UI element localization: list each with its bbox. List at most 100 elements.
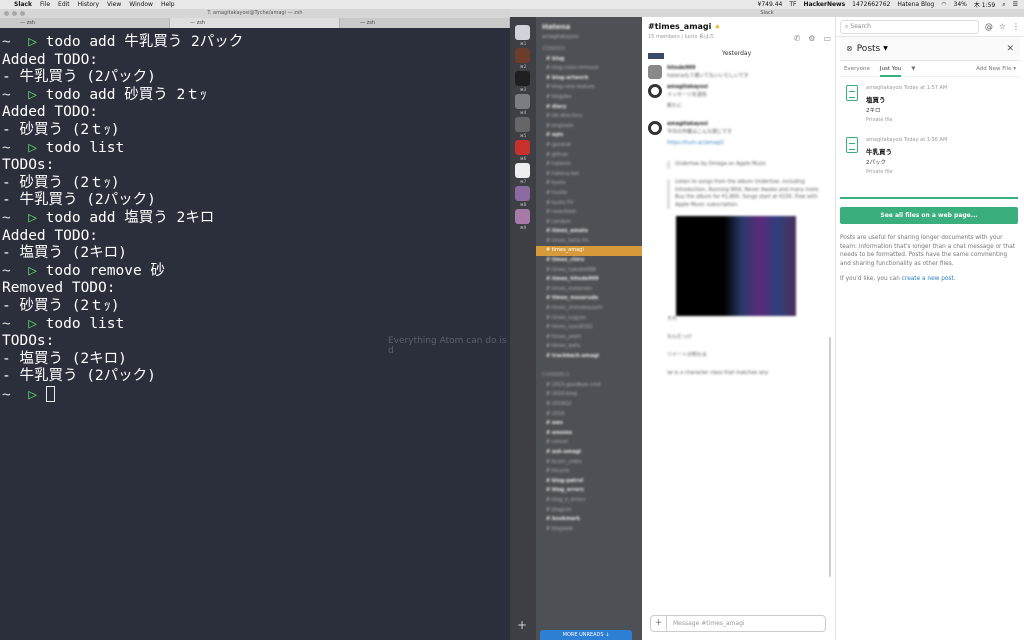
- sidebar-channel[interactable]: # 2015-goodbye-cmd: [536, 381, 642, 391]
- message[interactable]: 新たに: [648, 103, 824, 117]
- message[interactable]: \w is a character class that matches any: [648, 370, 824, 384]
- gear-icon[interactable]: ⚙: [808, 34, 815, 43]
- close-window-button[interactable]: [4, 11, 9, 16]
- spotlight-icon[interactable]: ⌕: [1002, 1, 1005, 9]
- sidebar-channel[interactable]: # blog-patrol: [536, 477, 642, 487]
- message[interactable]: ツイートが終わる: [648, 352, 824, 366]
- terminal-tab[interactable]: — zsh: [0, 18, 170, 28]
- message[interactable]: Undertow by Omega on Apple Music: [648, 158, 824, 172]
- wifi-icon[interactable]: ◠: [941, 1, 946, 8]
- tab-everyone[interactable]: Everyone: [844, 66, 870, 72]
- more-icon[interactable]: ⋮: [1012, 22, 1020, 31]
- more-unreads-button[interactable]: MORE UNREADS ↓: [540, 630, 632, 640]
- sidebar-channel[interactable]: # aws: [536, 419, 642, 429]
- message[interactable]: Listen to songs from the album Undertow,…: [648, 176, 824, 212]
- sidebar-channel[interactable]: # times_shimobayashi: [536, 304, 642, 314]
- message-list[interactable]: hitode909 hatenaもう書いてもいいらしいです amagitakayos…: [648, 53, 824, 618]
- team-icon[interactable]: [515, 186, 530, 201]
- sidebar-channel[interactable]: # kyoto-TV: [536, 199, 642, 209]
- menu-edit[interactable]: Edit: [58, 1, 70, 8]
- sidebar-channel[interactable]: # engineer: [536, 122, 642, 132]
- sidebar-channel[interactable]: # blog-new-feature: [536, 83, 642, 93]
- add-team-icon[interactable]: +: [517, 618, 527, 632]
- sidebar-channel-active[interactable]: # times_amagi: [536, 246, 642, 257]
- call-icon[interactable]: ✆: [794, 34, 801, 43]
- sidebar-channel[interactable]: # times_amato: [536, 227, 642, 237]
- avatar[interactable]: [648, 65, 662, 79]
- message[interactable]: hitode909 hatenaもう書いてもいいらしいです: [648, 65, 824, 80]
- menubar-app-name[interactable]: Slack: [14, 1, 32, 8]
- star-icon[interactable]: ★: [714, 23, 720, 31]
- team-icon[interactable]: [515, 209, 530, 224]
- sidebar-channel[interactable]: # random: [536, 218, 642, 228]
- sidebar-channel[interactable]: # hustle: [536, 189, 642, 199]
- terminal-tab[interactable]: — zsh: [340, 18, 510, 28]
- sidebar-section-header[interactable]: CHANNELS: [536, 371, 642, 381]
- message[interactable]: なんだっけ: [648, 334, 824, 348]
- search-input[interactable]: ⌕ Search: [840, 19, 979, 34]
- star-items-icon[interactable]: ☆: [999, 22, 1006, 31]
- message-author[interactable]: amagitakayosi: [667, 121, 732, 129]
- status-hackernews[interactable]: HackerNews: [803, 1, 845, 8]
- sidebar-channel[interactable]: # bicycle: [536, 467, 642, 477]
- terminal-output[interactable]: ~ ▷ todo add 牛乳買う 2パック Added TODO: - 牛乳買う …: [0, 28, 510, 640]
- sidebar-channel[interactable]: # times_wafu: [536, 342, 642, 352]
- sidebar-channel[interactable]: # dit-directory: [536, 112, 642, 122]
- sidebar-channel[interactable]: # times_hitode909: [536, 275, 642, 285]
- team-icon[interactable]: [515, 140, 530, 155]
- post-author[interactable]: amagitakayosi: [866, 85, 902, 91]
- sidebar-channel[interactable]: # blogdev: [536, 93, 642, 103]
- menu-view[interactable]: View: [107, 1, 121, 8]
- sidebar-channel[interactable]: # 2016Q2: [536, 400, 642, 410]
- team-icon[interactable]: [515, 163, 530, 178]
- sidebar-channel[interactable]: # times_syou6162: [536, 323, 642, 333]
- clock[interactable]: 木 1:59: [974, 0, 995, 9]
- sidebar-channel[interactable]: # blog: [536, 55, 642, 65]
- message[interactable]: https://hum.ac/amagi2: [648, 140, 824, 154]
- zoom-window-button[interactable]: [20, 11, 25, 16]
- team-icon[interactable]: [515, 71, 530, 86]
- sidebar-channel[interactable]: # diary: [536, 103, 642, 113]
- sidebar-channel[interactable]: # times_masaruda: [536, 294, 642, 304]
- sidebar-channel[interactable]: # ask-amagi: [536, 448, 642, 458]
- posts-title[interactable]: Posts: [857, 44, 881, 54]
- menu-window[interactable]: Window: [129, 1, 153, 8]
- sidebar-channel[interactable]: # kyoto: [536, 179, 642, 189]
- sidebar-channel[interactable]: # times_hakobe998: [536, 266, 642, 276]
- status-price[interactable]: ¥749.44: [758, 1, 783, 8]
- sidebar-channel[interactable]: # newsfeed: [536, 208, 642, 218]
- sidebar-channel[interactable]: # cancel: [536, 438, 642, 448]
- close-icon[interactable]: ✕: [1006, 44, 1014, 54]
- sidebar-toggle-icon[interactable]: ▭: [823, 34, 831, 43]
- album-art-image[interactable]: [676, 216, 796, 316]
- post-author[interactable]: amagitakayosi: [866, 137, 902, 143]
- create-new-post-link[interactable]: create a new post: [902, 276, 954, 282]
- sidebar-channel[interactable]: # bcom_video: [536, 458, 642, 468]
- tab-just-you[interactable]: Just You: [879, 66, 902, 77]
- member-count[interactable]: 15 members: [648, 34, 680, 40]
- team-header[interactable]: Hatena amagitakayosi: [536, 17, 642, 45]
- terminal-cursor[interactable]: [45, 385, 55, 402]
- message-author[interactable]: hitode909: [667, 65, 749, 73]
- chevron-down-icon[interactable]: ▼: [883, 45, 888, 52]
- avatar[interactable]: [648, 121, 662, 135]
- sidebar-section-header[interactable]: STARRED: [536, 45, 642, 55]
- team-icon[interactable]: [515, 94, 530, 109]
- sidebar-channel[interactable]: # general: [536, 141, 642, 151]
- sidebar-channel[interactable]: # times_motemen: [536, 285, 642, 295]
- sidebar-channel[interactable]: # hatena-bot: [536, 170, 642, 180]
- sidebar-channel[interactable]: # epic: [536, 131, 642, 141]
- team-icon[interactable]: [515, 25, 530, 40]
- message-scrollbar[interactable]: [829, 337, 831, 577]
- sidebar-channel[interactable]: # blog-artwork: [536, 74, 642, 84]
- sidebar-channel[interactable]: # times_yoshi: [536, 333, 642, 343]
- sidebar-channel[interactable]: # blog_errors: [536, 486, 642, 496]
- sidebar-channel[interactable]: # 2016-blog: [536, 390, 642, 400]
- post-item[interactable]: amagitakayosi Today at 1:57 AM 塩買う 2キロ Priv…: [836, 77, 1024, 129]
- minimize-window-button[interactable]: [12, 11, 17, 16]
- add-new-file-button[interactable]: Add New File ▾: [976, 66, 1016, 72]
- sidebar-channel[interactable]: # times_keita-fm: [536, 237, 642, 247]
- sidebar-channel[interactable]: # blog-color-removal: [536, 64, 642, 74]
- menu-history[interactable]: History: [78, 1, 99, 8]
- sidebar-channel[interactable]: # emoms: [536, 429, 642, 439]
